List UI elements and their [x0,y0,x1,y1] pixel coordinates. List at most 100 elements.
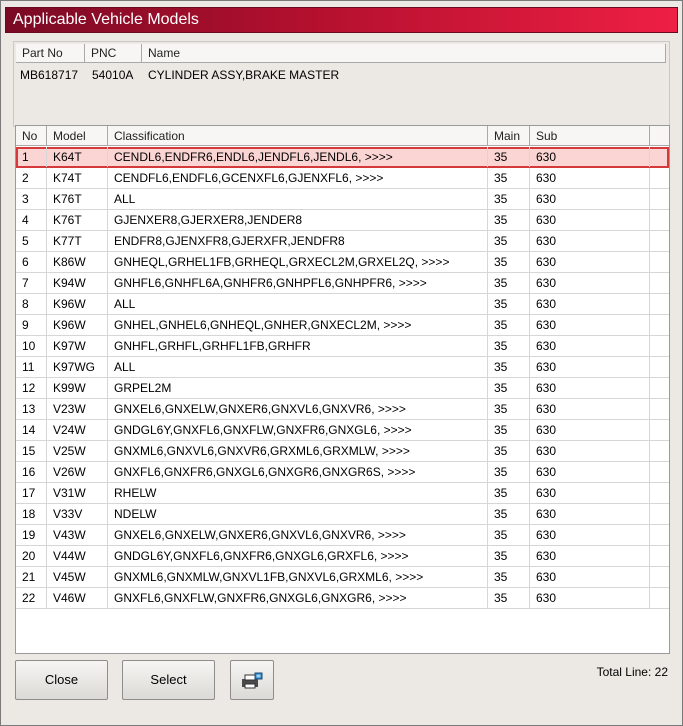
table-row[interactable]: 12 K99W GRPEL2M 35 630 [16,378,669,399]
table-row[interactable]: 3 K76T ALL 35 630 [16,189,669,210]
no-column-header[interactable]: No [16,126,47,146]
table-row[interactable]: 1 K64T CENDL6,ENDFR6,ENDL6,JENDFL6,JENDL6,… [16,147,669,168]
table-row[interactable]: 8 K96W ALL 35 630 [16,294,669,315]
table-row[interactable]: 9 K96W GNHEL,GNHEL6,GNHEQL,GNHER,GNXECL2M,… [16,315,669,336]
row-classification-cell: ALL [108,294,488,314]
header-filler [650,126,669,146]
row-sub-cell: 630 [530,504,650,524]
row-no-cell: 17 [16,483,47,503]
row-no-cell: 1 [16,147,47,167]
row-model-cell: V26W [47,462,108,482]
table-row[interactable]: 6 K86W GNHEQL,GRHEL1FB,GRHEQL,GRXECL2M,GRX… [16,252,669,273]
row-classification-cell: GNXML6,GNXVL6,GNXVR6,GRXML6,GRXMLW, >>>> [108,441,488,461]
row-classification-cell: GNHFL6,GNHFL6A,GNHFR6,GNHPFL6,GNHPFR6, >… [108,273,488,293]
table-row[interactable]: 19 V43W GNXEL6,GNXELW,GNXER6,GNXVL6,GNXVR6… [16,525,669,546]
model-column-header[interactable]: Model [47,126,108,146]
row-model-cell: K77T [47,231,108,251]
row-main-cell: 35 [488,588,530,608]
row-no-cell: 6 [16,252,47,272]
row-main-cell: 35 [488,420,530,440]
name-value: CYLINDER ASSY,BRAKE MASTER [148,68,340,82]
row-model-cell: K99W [47,378,108,398]
row-main-cell: 35 [488,504,530,524]
row-model-cell: V46W [47,588,108,608]
table-row[interactable]: 21 V45W GNXML6,GNXMLW,GNXVL1FB,GNXVL6,GRXM… [16,567,669,588]
select-button[interactable]: Select [122,660,215,700]
row-main-cell: 35 [488,483,530,503]
row-model-cell: V23W [47,399,108,419]
row-classification-cell: ENDFR8,GJENXFR8,GJERXFR,JENDFR8 [108,231,488,251]
row-no-cell: 12 [16,378,47,398]
table-row[interactable]: 15 V25W GNXML6,GNXVL6,GNXVR6,GRXML6,GRXMLW… [16,441,669,462]
row-model-cell: K74T [47,168,108,188]
close-button[interactable]: Close [15,660,108,700]
table-body: 1 K64T CENDL6,ENDFR6,ENDL6,JENDFL6,JENDL6,… [16,147,669,609]
row-classification-cell: GNXFL6,GNXFR6,GNXGL6,GNXGR6,GNXGR6S, >>>… [108,462,488,482]
part-info-row[interactable]: MB618717 54010A CYLINDER ASSY,BRAKE MAST… [16,66,666,84]
table-row[interactable]: 7 K94W GNHFL6,GNHFL6A,GNHFR6,GNHPFL6,GNHPF… [16,273,669,294]
row-main-cell: 35 [488,273,530,293]
row-no-cell: 16 [16,462,47,482]
sub-column-header[interactable]: Sub [530,126,650,146]
row-main-cell: 35 [488,357,530,377]
row-main-cell: 35 [488,294,530,314]
pnc-value: 54010A [92,68,134,82]
row-sub-cell: 630 [530,588,650,608]
table-row[interactable]: 22 V46W GNXFL6,GNXFLW,GNXFR6,GNXGL6,GNXGR6… [16,588,669,609]
table-row[interactable]: 17 V31W RHELW 35 630 [16,483,669,504]
row-main-cell: 35 [488,147,530,167]
row-model-cell: V31W [47,483,108,503]
print-button[interactable] [230,660,274,700]
row-sub-cell: 630 [530,315,650,335]
table-row[interactable]: 10 K97W GNHFL,GRHFL,GRHFL1FB,GRHFR 35 630 [16,336,669,357]
row-main-cell: 35 [488,336,530,356]
row-classification-cell: RHELW [108,483,488,503]
title-bar[interactable]: Applicable Vehicle Models [5,7,678,33]
row-classification-cell: ALL [108,357,488,377]
table-row[interactable]: 14 V24W GNDGL6Y,GNXFL6,GNXFLW,GNXFR6,GNXGL… [16,420,669,441]
row-model-cell: V24W [47,420,108,440]
row-sub-cell: 630 [530,189,650,209]
row-classification-cell: GNXEL6,GNXELW,GNXER6,GNXVL6,GNXVR6, >>>> [108,525,488,545]
table-row[interactable]: 11 K97WG ALL 35 630 [16,357,669,378]
row-main-cell: 35 [488,525,530,545]
row-no-cell: 9 [16,315,47,335]
table-row[interactable]: 5 K77T ENDFR8,GJENXFR8,GJERXFR,JENDFR8 35 63… [16,231,669,252]
row-no-cell: 8 [16,294,47,314]
row-no-cell: 18 [16,504,47,524]
table-row[interactable]: 13 V23W GNXEL6,GNXELW,GNXER6,GNXVL6,GNXVR6… [16,399,669,420]
row-main-cell: 35 [488,378,530,398]
row-classification-cell: NDELW [108,504,488,524]
row-model-cell: K94W [47,273,108,293]
row-main-cell: 35 [488,315,530,335]
row-sub-cell: 630 [530,168,650,188]
part-no-header[interactable]: Part No [16,44,85,63]
row-model-cell: V33V [47,504,108,524]
row-no-cell: 4 [16,210,47,230]
pnc-header[interactable]: PNC [85,44,142,63]
row-model-cell: K86W [47,252,108,272]
table-row[interactable]: 2 K74T CENDFL6,ENDFL6,GCENXFL6,GJENXFL6, >… [16,168,669,189]
name-header[interactable]: Name [142,44,666,63]
row-main-cell: 35 [488,441,530,461]
row-main-cell: 35 [488,462,530,482]
row-no-cell: 21 [16,567,47,587]
table-row[interactable]: 20 V44W GNDGL6Y,GNXFL6,GNXFR6,GNXGL6,GRXFL… [16,546,669,567]
table-row[interactable]: 16 V26W GNXFL6,GNXFR6,GNXGL6,GNXGR6,GNXGR6… [16,462,669,483]
row-sub-cell: 630 [530,210,650,230]
row-main-cell: 35 [488,252,530,272]
part-no-value: MB618717 [20,68,79,82]
row-sub-cell: 630 [530,231,650,251]
row-main-cell: 35 [488,231,530,251]
row-model-cell: V43W [47,525,108,545]
row-sub-cell: 630 [530,147,650,167]
row-model-cell: K76T [47,210,108,230]
main-column-header[interactable]: Main [488,126,530,146]
row-no-cell: 5 [16,231,47,251]
vehicle-models-table: No Model Classification Main Sub 1 K64T CE… [15,125,670,654]
row-sub-cell: 630 [530,294,650,314]
row-sub-cell: 630 [530,546,650,566]
classification-column-header[interactable]: Classification [108,126,488,146]
table-row[interactable]: 18 V33V NDELW 35 630 [16,504,669,525]
table-row[interactable]: 4 K76T GJENXER8,GJERXER8,JENDER8 35 630 [16,210,669,231]
